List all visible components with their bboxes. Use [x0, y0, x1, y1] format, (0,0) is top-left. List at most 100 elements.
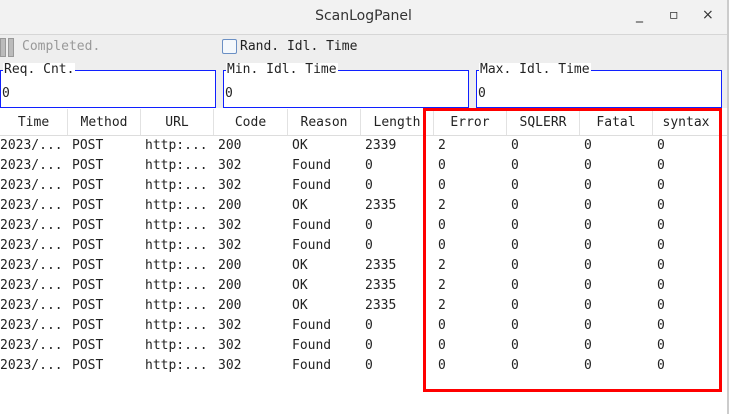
cell-reason: Found [292, 158, 332, 173]
cell-code: 302 [218, 178, 242, 193]
cell-length: 2335 [365, 298, 397, 313]
cell-fatal: 0 [584, 318, 592, 333]
cell-reason: Found [292, 218, 332, 233]
cell-syntax: 0 [657, 358, 665, 373]
cell-reason: Found [292, 318, 332, 333]
cell-length: 0 [365, 218, 373, 233]
cell-sqlerr: 0 [511, 318, 519, 333]
cell-error: 2 [438, 258, 446, 273]
cell-error: 2 [438, 298, 446, 313]
cell-syntax: 0 [657, 218, 665, 233]
cell-reason: OK [292, 258, 308, 273]
column-header-url[interactable]: URL [141, 109, 214, 135]
cell-time: 2023/... [0, 258, 63, 273]
table-row[interactable]: 2023/... POST http:... 302 Found 0 0 0 0 0 [0, 236, 727, 256]
cell-code: 302 [218, 158, 242, 173]
cell-fatal: 0 [584, 178, 592, 193]
cell-code: 200 [218, 278, 242, 293]
cell-length: 2335 [365, 278, 397, 293]
table-row[interactable]: 2023/... POST http:... 200 OK 2335 2 0 0 0 [0, 276, 727, 296]
req-count-field[interactable]: Req. Cnt. 0 [0, 63, 216, 108]
table-row[interactable]: 2023/... POST http:... 302 Found 0 0 0 0 0 [0, 156, 727, 176]
cell-error: 2 [438, 138, 446, 153]
cell-method: POST [72, 138, 104, 153]
cell-syntax: 0 [657, 178, 665, 193]
cell-length: 0 [365, 178, 373, 193]
cell-reason: Found [292, 358, 332, 373]
cell-error: 2 [438, 278, 446, 293]
cell-error: 0 [438, 238, 446, 253]
cell-sqlerr: 0 [511, 138, 519, 153]
cell-sqlerr: 0 [511, 198, 519, 213]
cell-time: 2023/... [0, 338, 63, 353]
minimize-button[interactable]: _ [636, 7, 643, 23]
maximize-button[interactable]: ▫ [669, 7, 679, 23]
cell-method: POST [72, 358, 104, 373]
cell-length: 0 [365, 338, 373, 353]
cell-method: POST [72, 198, 104, 213]
cell-reason: OK [292, 198, 308, 213]
cell-syntax: 0 [657, 258, 665, 273]
cell-code: 200 [218, 198, 242, 213]
title-bar: ScanLogPanel _ ▫ × [0, 0, 727, 35]
table-row[interactable]: 2023/... POST http:... 200 OK 2335 2 0 0 0 [0, 296, 727, 316]
cell-url: http:... [145, 138, 208, 153]
cell-sqlerr: 0 [511, 178, 519, 193]
max-idle-time-field[interactable]: Max. Idl. Time 0 [476, 63, 722, 108]
column-header-error[interactable]: Error [434, 109, 507, 135]
cell-length: 2335 [365, 198, 397, 213]
min-idle-time-field[interactable]: Min. Idl. Time 0 [223, 63, 469, 108]
table-header: Time Method URL Code Reason Length Error SQLERR… [0, 109, 727, 136]
table-row[interactable]: 2023/... POST http:... 302 Found 0 0 0 0 0 [0, 336, 727, 356]
cell-time: 2023/... [0, 178, 63, 193]
cell-syntax: 0 [657, 298, 665, 313]
cell-time: 2023/... [0, 198, 63, 213]
column-header-fatal[interactable]: Fatal [580, 109, 653, 135]
table-row[interactable]: 2023/... POST http:... 200 OK 2335 2 0 0 0 [0, 196, 727, 216]
table-row[interactable]: 2023/... POST http:... 302 Found 0 0 0 0 0 [0, 316, 727, 336]
table-row[interactable]: 2023/... POST http:... 302 Found 0 0 0 0 0 [0, 216, 727, 236]
settings-fields: Req. Cnt. 0 Min. Idl. Time 0 Max. Idl. T… [0, 60, 727, 108]
column-header-sqlerr[interactable]: SQLERR [507, 109, 580, 135]
column-header-reason[interactable]: Reason [288, 109, 361, 135]
cell-syntax: 0 [657, 318, 665, 333]
cell-method: POST [72, 298, 104, 313]
column-header-length[interactable]: Length [361, 109, 434, 135]
cell-length: 0 [365, 158, 373, 173]
column-header-code[interactable]: Code [214, 109, 288, 135]
cell-url: http:... [145, 318, 208, 333]
random-idle-label[interactable]: Rand. Idl. Time [240, 39, 357, 54]
min-idle-time-value[interactable]: 0 [225, 86, 233, 101]
cell-reason: Found [292, 178, 332, 193]
cell-time: 2023/... [0, 278, 63, 293]
cell-method: POST [72, 318, 104, 333]
column-header-method[interactable]: Method [68, 109, 141, 135]
cell-url: http:... [145, 198, 208, 213]
table-row[interactable]: 2023/... POST http:... 200 OK 2339 2 0 0 0 [0, 136, 727, 156]
req-count-value[interactable]: 0 [2, 86, 10, 101]
cell-url: http:... [145, 278, 208, 293]
cell-length: 2339 [365, 138, 397, 153]
cell-fatal: 0 [584, 258, 592, 273]
table-row[interactable]: 2023/... POST http:... 302 Found 0 0 0 0 0 [0, 356, 727, 376]
close-button[interactable]: × [702, 7, 714, 23]
cell-url: http:... [145, 258, 208, 273]
cell-code: 302 [218, 338, 242, 353]
cell-sqlerr: 0 [511, 338, 519, 353]
cell-fatal: 0 [584, 338, 592, 353]
req-count-label: Req. Cnt. [3, 62, 76, 77]
table-row[interactable]: 2023/... POST http:... 302 Found 0 0 0 0 0 [0, 176, 727, 196]
cell-fatal: 0 [584, 158, 592, 173]
window-title: ScanLogPanel [315, 8, 412, 24]
cell-fatal: 0 [584, 138, 592, 153]
table-row[interactable]: 2023/... POST http:... 200 OK 2335 2 0 0 0 [0, 256, 727, 276]
column-header-syntax[interactable]: syntax [653, 109, 720, 135]
column-header-time[interactable]: Time [0, 109, 68, 135]
cell-sqlerr: 0 [511, 238, 519, 253]
cell-sqlerr: 0 [511, 358, 519, 373]
max-idle-time-value[interactable]: 0 [478, 86, 486, 101]
cell-method: POST [72, 158, 104, 173]
cell-sqlerr: 0 [511, 298, 519, 313]
cell-fatal: 0 [584, 298, 592, 313]
random-idle-checkbox[interactable] [222, 39, 237, 54]
